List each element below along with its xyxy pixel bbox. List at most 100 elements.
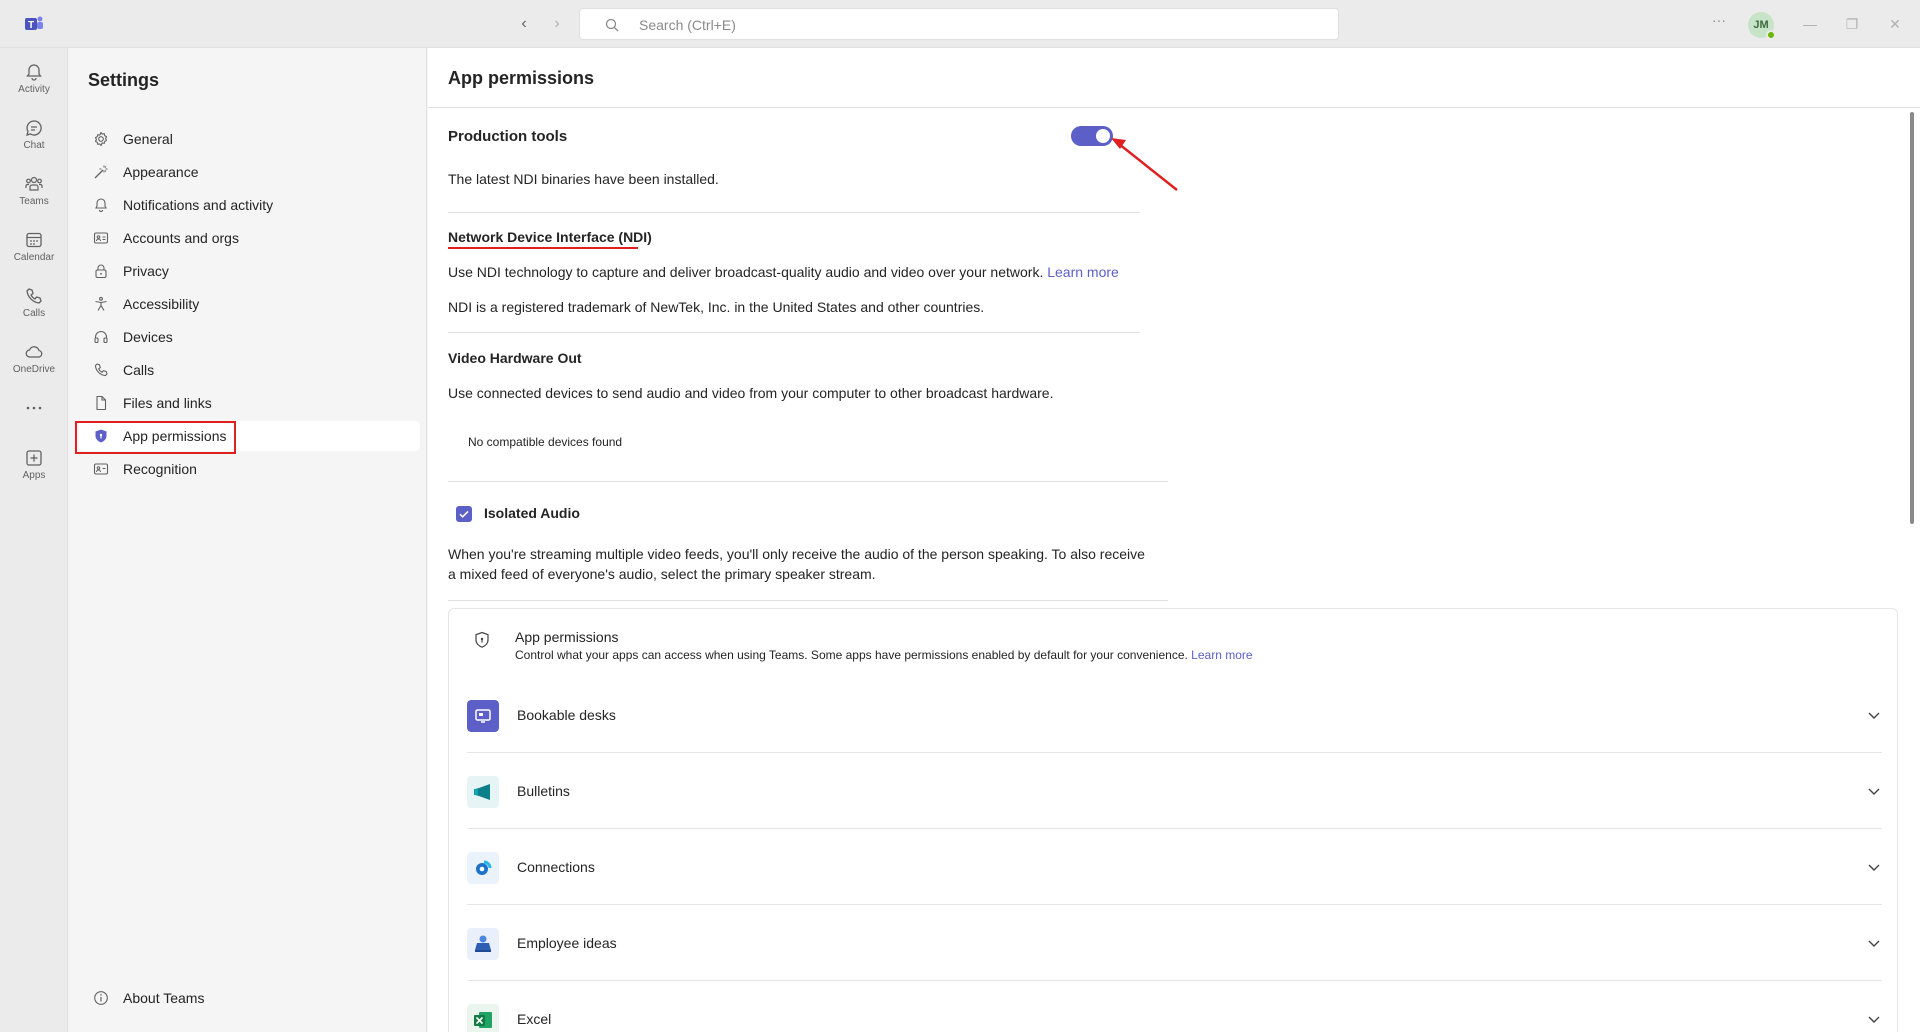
app-row-connections[interactable]: Connections	[467, 829, 1882, 905]
chevron-down-icon[interactable]	[1866, 707, 1882, 723]
app-name: Employee ideas	[517, 935, 617, 951]
settings-item-appearance[interactable]: Appearance	[79, 157, 420, 187]
rail-label: Teams	[19, 196, 49, 207]
search-icon	[605, 18, 619, 32]
presence-available-icon	[1766, 30, 1776, 40]
minimize-icon[interactable]: —	[1800, 14, 1820, 34]
app-row-excel[interactable]: Excel	[467, 981, 1882, 1032]
production-tools-heading: Production tools	[448, 128, 568, 145]
settings-title: Settings	[88, 70, 160, 90]
settings-item-label: General	[123, 131, 173, 147]
bell-icon	[95, 198, 107, 212]
settings-item-privacy[interactable]: Privacy	[79, 256, 420, 286]
app-row-bulletins[interactable]: Bulletins	[467, 753, 1882, 829]
app-name: Bulletins	[517, 783, 570, 799]
isolated-audio-checkbox[interactable]	[456, 506, 472, 522]
wand-icon	[94, 165, 108, 179]
annotation-underline	[448, 247, 638, 249]
rail-item-chat[interactable]: Chat	[0, 110, 68, 162]
settings-item-notifications[interactable]: Notifications and activity	[79, 190, 420, 220]
bookable-desks-icon	[467, 700, 499, 732]
rail-item-calls[interactable]: Calls	[0, 278, 68, 330]
rail-item-apps[interactable]: Apps	[0, 440, 68, 492]
bulletins-icon	[467, 776, 499, 808]
chat-icon	[26, 120, 42, 136]
settings-item-files[interactable]: Files and links	[79, 388, 420, 418]
close-icon[interactable]: ✕	[1885, 14, 1905, 34]
settings-nav: Settings General Appearance Notification…	[69, 48, 427, 1032]
ndi-learn-more-link[interactable]: Learn more	[1047, 264, 1119, 280]
cloud-icon	[25, 346, 43, 358]
settings-item-label: Privacy	[123, 263, 169, 279]
ndi-heading: Network Device Interface (NDI)	[448, 229, 652, 245]
search-placeholder: Search (Ctrl+E)	[639, 17, 736, 33]
search-input[interactable]: Search (Ctrl+E)	[579, 8, 1339, 40]
ndi-description-text: Use NDI technology to capture and delive…	[448, 264, 1044, 280]
settings-item-recognition[interactable]: Recognition	[79, 454, 420, 484]
excel-icon	[467, 1004, 499, 1032]
accessibility-icon	[95, 296, 107, 311]
avatar[interactable]: JM	[1748, 12, 1776, 40]
divider	[448, 600, 1168, 601]
chevron-down-icon[interactable]	[1866, 783, 1882, 799]
more-options-icon[interactable]: ···	[1712, 12, 1726, 28]
rail-item-teams[interactable]: Teams	[0, 166, 68, 218]
rail-item-activity[interactable]: Activity	[0, 54, 68, 106]
headset-icon	[94, 331, 108, 344]
page-title: App permissions	[448, 68, 595, 88]
teams-icon	[25, 176, 43, 191]
annotation-highlight-box	[75, 421, 236, 454]
forward-icon[interactable]: ›	[547, 14, 567, 34]
chevron-down-icon[interactable]	[1866, 859, 1882, 875]
app-rail: Activity Chat Teams Calendar Calls OneDr…	[0, 48, 68, 1032]
scrollbar-thumb[interactable]	[1910, 112, 1914, 524]
settings-item-accounts[interactable]: Accounts and orgs	[79, 223, 420, 253]
settings-item-general[interactable]: General	[79, 124, 420, 154]
app-permissions-learn-more-link[interactable]: Learn more	[1191, 648, 1252, 662]
app-row-employee-ideas[interactable]: Employee ideas	[467, 905, 1882, 981]
maximize-icon[interactable]: ❐	[1842, 14, 1862, 34]
video-out-heading: Video Hardware Out	[448, 350, 582, 366]
rail-item-calendar[interactable]: Calendar	[0, 222, 68, 274]
rail-label: Chat	[23, 140, 45, 151]
main-panel: App permissions Production tools The lat…	[428, 48, 1920, 1032]
about-teams-link[interactable]: About Teams	[79, 983, 420, 1013]
rail-label: Calls	[22, 308, 46, 319]
settings-item-label: Devices	[123, 329, 173, 345]
app-name: Connections	[517, 859, 595, 875]
ndi-description: Use NDI technology to capture and delive…	[448, 264, 1119, 280]
teams-logo-icon[interactable]: T	[24, 14, 44, 34]
isolated-audio-desc-line2: a mixed feed of everyone's audio, select…	[448, 566, 876, 582]
divider	[448, 481, 1168, 482]
phone-icon	[94, 363, 108, 377]
app-permissions-description: Control what your apps can access when u…	[515, 648, 1253, 662]
production-tools-toggle[interactable]	[1071, 126, 1113, 146]
app-permissions-title: App permissions	[515, 629, 619, 645]
settings-item-accessibility[interactable]: Accessibility	[79, 289, 420, 319]
isolated-audio-label[interactable]: Isolated Audio	[484, 505, 580, 521]
info-icon	[94, 991, 108, 1005]
app-permissions-description-text: Control what your apps can access when u…	[515, 648, 1188, 662]
settings-item-label: Files and links	[123, 395, 212, 411]
divider	[448, 332, 1140, 333]
lock-icon	[95, 264, 107, 279]
back-icon[interactable]: ‹	[514, 14, 534, 34]
gear-icon	[94, 131, 108, 147]
rail-label: Calendar	[13, 252, 55, 263]
svg-text:T: T	[28, 20, 34, 31]
document-icon	[96, 395, 107, 411]
settings-item-calls[interactable]: Calls	[79, 355, 420, 385]
no-devices-message: No compatible devices found	[468, 435, 623, 449]
chevron-down-icon[interactable]	[1866, 935, 1882, 951]
chevron-down-icon[interactable]	[1866, 1011, 1882, 1027]
settings-item-devices[interactable]: Devices	[79, 322, 420, 352]
main-header: App permissions	[428, 48, 1920, 108]
settings-item-label: Recognition	[123, 461, 197, 477]
employee-ideas-icon	[467, 928, 499, 960]
recognition-icon	[93, 463, 109, 475]
rail-item-onedrive[interactable]: OneDrive	[0, 334, 68, 386]
toggle-knob	[1096, 129, 1110, 143]
app-row-bookable-desks[interactable]: Bookable desks	[467, 677, 1882, 753]
rail-item-more[interactable]	[0, 390, 68, 442]
settings-item-label: Calls	[123, 362, 155, 378]
